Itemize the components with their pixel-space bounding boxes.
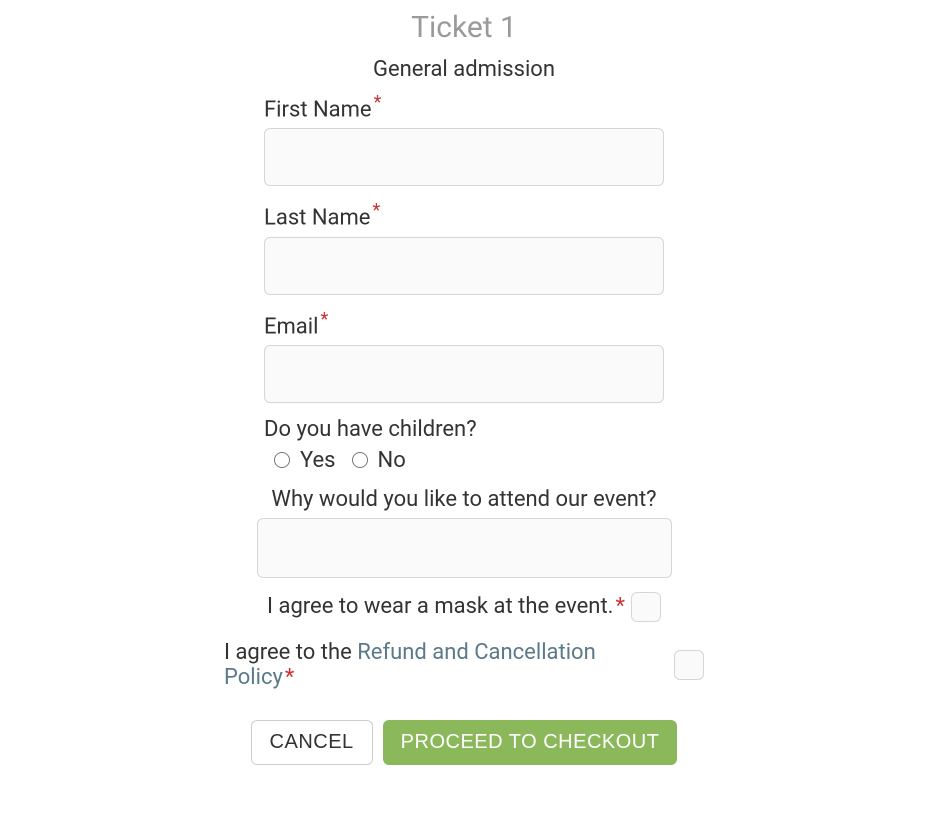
mask-label: I agree to wear a mask at the event. (267, 594, 613, 619)
children-group: Do you have children? Yes No (264, 417, 664, 473)
policy-prefix: I agree to the (224, 640, 357, 665)
last-name-label: Last Name* (264, 200, 664, 230)
first-name-label: First Name* (264, 92, 664, 122)
policy-agreement-text: I agree to the Refund and Cancellation P… (224, 640, 654, 690)
children-yes-label: Yes (300, 448, 336, 473)
policy-agreement: I agree to the Refund and Cancellation P… (224, 640, 704, 690)
email-group: Email* (264, 309, 664, 403)
children-no-label: No (378, 448, 406, 473)
ticket-title: Ticket 1 (0, 10, 928, 45)
cancel-button[interactable]: CANCEL (251, 720, 373, 765)
label-text: First Name (264, 97, 372, 122)
required-star: * (372, 200, 380, 221)
first-name-input[interactable] (264, 128, 664, 186)
mask-checkbox[interactable] (631, 592, 661, 622)
why-attend-input[interactable] (257, 518, 672, 578)
label-text: Last Name (264, 206, 370, 231)
mask-agreement-text: I agree to wear a mask at the event.* (267, 594, 625, 619)
first-name-group: First Name* (264, 92, 664, 186)
mask-agreement: I agree to wear a mask at the event.* (224, 592, 704, 622)
email-label: Email* (264, 309, 664, 339)
label-text: Email (264, 314, 318, 339)
why-attend-group: Why would you like to attend our event? (244, 487, 684, 578)
required-star: * (615, 594, 624, 619)
required-star: * (374, 92, 382, 113)
form-fields: First Name* Last Name* Email* Do you hav… (264, 92, 664, 473)
last-name-input[interactable] (264, 237, 664, 295)
children-label: Do you have children? (264, 417, 664, 442)
ticket-subtitle: General admission (0, 57, 928, 82)
email-input[interactable] (264, 345, 664, 403)
children-yes-radio[interactable] (274, 452, 290, 468)
policy-checkbox[interactable] (674, 650, 704, 680)
why-attend-label: Why would you like to attend our event? (244, 487, 684, 512)
last-name-group: Last Name* (264, 200, 664, 294)
required-star: * (320, 309, 328, 330)
children-no-radio[interactable] (352, 452, 368, 468)
required-star: * (285, 665, 294, 690)
children-options: Yes No (274, 448, 664, 473)
proceed-button[interactable]: PROCEED TO CHECKOUT (383, 720, 678, 765)
ticket-form: Ticket 1 General admission First Name* L… (0, 10, 928, 765)
button-row: CANCEL PROCEED TO CHECKOUT (0, 720, 928, 765)
